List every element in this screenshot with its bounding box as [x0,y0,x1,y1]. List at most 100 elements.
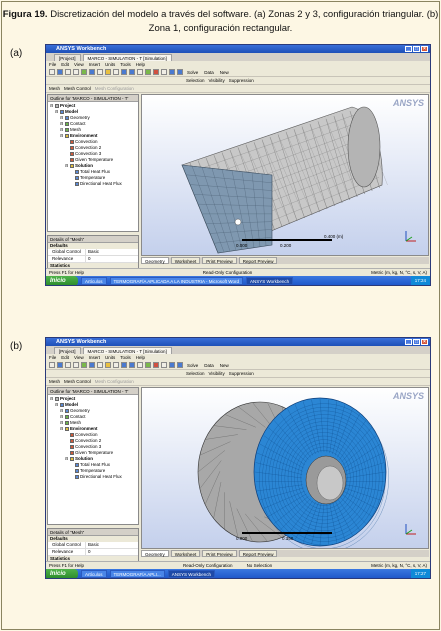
new-button[interactable]: New [218,70,231,75]
tab-project[interactable]: [Project] [54,347,81,354]
toolbar-tool-icon[interactable] [137,69,143,75]
toolbar-tool-icon[interactable] [129,69,135,75]
toolbar-tool-icon[interactable] [161,362,167,368]
selection-button[interactable]: Selection [186,371,205,376]
toolbar-tool-icon[interactable] [121,69,127,75]
toolbar-tool-icon[interactable] [81,69,87,75]
view-tab[interactable]: Print Preview [202,550,237,557]
menu-help[interactable]: Help [136,61,145,68]
menu-tools[interactable]: Tools [120,354,131,361]
mesh-control-button[interactable]: Mesh Control [64,379,91,384]
menu-insert[interactable]: Insert [89,61,100,68]
toolbar-tool-icon[interactable] [105,69,111,75]
taskbar-item[interactable]: Artículos [81,570,107,578]
toolbar-tool-icon[interactable] [113,69,119,75]
new-button[interactable]: New [218,363,231,368]
details-value[interactable]: Basic [86,249,99,255]
toolbar-tool-icon[interactable] [97,362,103,368]
tab-simulation[interactable]: MARCO - SIMULATION - T [Simulation] [82,347,172,354]
toolbar-tool-icon[interactable] [145,362,151,368]
expand-icon[interactable]: ⊟ [50,103,54,109]
menu-tools[interactable]: Tools [120,61,131,68]
status-units[interactable]: Metric (m, kg, N, °C, s, V, A) [371,269,427,275]
tree-node[interactable]: Directional Heat Flux [50,181,136,187]
status-units[interactable]: Metric (m, kg, N, °C, s, V, A) [371,562,427,568]
view-tab[interactable]: Geometry [141,550,169,557]
toolbar-tool-icon[interactable] [169,362,175,368]
toolbar-tool-icon[interactable] [153,362,159,368]
menu-view[interactable]: View [74,61,84,68]
menu-view[interactable]: View [74,354,84,361]
menu-units[interactable]: Units [105,61,115,68]
toolbar-tool-icon[interactable] [57,69,63,75]
expand-icon[interactable]: ⊟ [55,109,59,115]
taskbar-item[interactable]: TERMOGRAFÍA APLICADA A LA INDUSTRIA - Mi… [109,277,243,285]
toolbar-tool-icon[interactable] [137,362,143,368]
details-value[interactable]: Basic [86,542,99,548]
menu-help[interactable]: Help [136,354,145,361]
toolbar-tool-icon[interactable] [81,362,87,368]
data-button[interactable]: Data [202,363,216,368]
toolbar-tool-icon[interactable] [145,69,151,75]
close-icon[interactable]: × [421,46,428,52]
visibility-button[interactable]: Visibility [209,371,225,376]
suppression-button[interactable]: Suppression [229,371,254,376]
mesh-configuration-button[interactable]: Mesh Configuration [95,86,134,91]
graphics-viewport[interactable]: ANSYS 0.000 0.350 [141,387,429,549]
toolbar-tool-icon[interactable] [97,69,103,75]
toolbar-tool-icon[interactable] [73,362,79,368]
menu-edit[interactable]: Edit [61,61,69,68]
details-row[interactable]: Global Control Basic [48,249,138,256]
details-row[interactable]: Global Control Basic [48,542,138,549]
details-row[interactable]: Relevance 0 [48,256,138,263]
tree-node[interactable]: Directional Heat Flux [50,474,136,480]
solve-button[interactable]: Solve [185,363,200,368]
details-value[interactable]: 0 [86,549,91,555]
expand-icon[interactable]: ⊟ [65,163,69,169]
minimize-icon[interactable]: _ [405,46,412,52]
toolbar-tool-icon[interactable] [65,69,71,75]
minimize-icon[interactable]: _ [405,339,412,345]
menu-edit[interactable]: Edit [61,354,69,361]
expand-icon[interactable]: ⊟ [60,426,64,432]
tab-project[interactable]: [Project] [54,54,81,61]
mesh-button[interactable]: Mesh [49,86,60,91]
toolbar-tool-icon[interactable] [153,69,159,75]
start-button[interactable]: Inicio [46,569,78,578]
toolbar-tool-icon[interactable] [65,362,71,368]
expand-icon[interactable]: ⊟ [50,396,54,402]
details-value[interactable]: 0 [86,256,91,262]
view-tab[interactable]: Report Preview [238,257,278,264]
toolbar-tool-icon[interactable] [57,362,63,368]
view-tab[interactable]: Worksheet [170,550,201,557]
toolbar-tool-icon[interactable] [49,69,55,75]
toolbar-tool-icon[interactable] [49,362,55,368]
toolbar-tool-icon[interactable] [169,69,175,75]
maximize-icon[interactable]: □ [413,46,420,52]
menu-file[interactable]: File [49,354,56,361]
toolbar-tool-icon[interactable] [121,362,127,368]
toolbar-tool-icon[interactable] [73,69,79,75]
view-tab[interactable]: Print Preview [202,257,237,264]
toolbar-tool-icon[interactable] [129,362,135,368]
taskbar-item[interactable]: TERMOGRAFÍA APLI... [109,570,165,578]
menu-units[interactable]: Units [105,354,115,361]
taskbar-item[interactable]: ANSYS Workbench [167,570,215,578]
maximize-icon[interactable]: □ [413,339,420,345]
taskbar-item[interactable]: ANSYS Workbench [245,277,294,285]
close-icon[interactable]: × [421,339,428,345]
mesh-button[interactable]: Mesh [49,379,60,384]
menu-file[interactable]: File [49,61,56,68]
details-row[interactable]: Relevance 0 [48,549,138,556]
data-button[interactable]: Data [202,70,216,75]
toolbar-tool-icon[interactable] [89,362,95,368]
view-tab[interactable]: Report Preview [238,550,278,557]
suppression-button[interactable]: Suppression [229,78,254,83]
taskbar-item[interactable]: Artículos [81,277,107,285]
tab-simulation[interactable]: MARCO - SIMULATION - T [Simulation] [82,54,172,61]
view-tab[interactable]: Worksheet [170,257,201,264]
toolbar-tool-icon[interactable] [161,69,167,75]
menu-insert[interactable]: Insert [89,354,100,361]
toolbar-tool-icon[interactable] [177,362,183,368]
start-button[interactable]: Inicio [46,276,78,285]
